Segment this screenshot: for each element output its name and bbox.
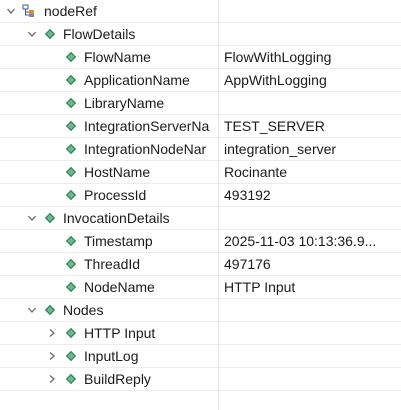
tree-row-label: ApplicationName xyxy=(84,72,190,88)
tree-row-integrationnodename[interactable]: IntegrationNodeNar integration_server xyxy=(0,138,401,161)
tree-row-applicationname[interactable]: ApplicationName AppWithLogging xyxy=(0,69,401,92)
expanded-chevron-icon[interactable] xyxy=(26,211,38,225)
tree-row-label: FlowName xyxy=(84,49,151,65)
expanded-chevron-icon[interactable] xyxy=(5,4,17,18)
element-diamond-icon xyxy=(64,372,78,386)
element-diamond-icon xyxy=(64,234,78,248)
element-diamond-icon xyxy=(64,326,78,340)
element-diamond-icon xyxy=(64,50,78,64)
tree-row-label: Nodes xyxy=(63,302,104,318)
expanded-chevron-icon[interactable] xyxy=(26,303,38,317)
collapsed-chevron-icon[interactable] xyxy=(46,326,58,340)
tree-row-nodename[interactable]: NodeName HTTP Input xyxy=(0,276,401,299)
tree-row-hostname[interactable]: HostName Rocinante xyxy=(0,161,401,184)
element-diamond-icon xyxy=(43,27,57,41)
tree-row-value: AppWithLogging xyxy=(224,72,327,88)
element-diamond-icon xyxy=(64,73,78,87)
tree-row-value: TEST_SERVER xyxy=(224,118,325,134)
tree-row-value: Rocinante xyxy=(224,164,288,180)
element-diamond-icon xyxy=(64,119,78,133)
tree-row-value: 493192 xyxy=(224,187,271,203)
tree-row-integrationservername[interactable]: IntegrationServerNa TEST_SERVER xyxy=(0,115,401,138)
collapsed-chevron-icon[interactable] xyxy=(46,372,58,386)
tree-row-invocationdetails[interactable]: InvocationDetails xyxy=(0,207,401,230)
tree-row-timestamp[interactable]: Timestamp 2025-11-03 10:13:36.9... xyxy=(0,230,401,253)
tree-row-label: ProcessId xyxy=(84,187,147,203)
tree-row-label: HTTP Input xyxy=(84,325,156,341)
expanded-chevron-icon[interactable] xyxy=(26,27,38,41)
tree-row-threadid[interactable]: ThreadId 497176 xyxy=(0,253,401,276)
tree-row-value: 497176 xyxy=(224,256,271,272)
tree-row-label: Timestamp xyxy=(84,233,153,249)
element-diamond-icon xyxy=(64,96,78,110)
element-diamond-icon xyxy=(43,303,57,317)
tree-row-label: IntegrationServerNa xyxy=(84,118,210,134)
element-diamond-icon xyxy=(64,188,78,202)
tree-row-label: FlowDetails xyxy=(63,26,136,42)
tree-row-value: 2025-11-03 10:13:36.9... xyxy=(224,233,377,249)
tree-row-processid[interactable]: ProcessId 493192 xyxy=(0,184,401,207)
tree-structure-icon xyxy=(22,4,36,18)
tree-row-value: integration_server xyxy=(224,141,337,157)
element-diamond-icon xyxy=(64,165,78,179)
tree-row-label: HostName xyxy=(84,164,151,180)
tree-row-label: BuildReply xyxy=(84,371,151,387)
tree-row-value: HTTP Input xyxy=(224,279,296,295)
element-diamond-icon xyxy=(64,142,78,156)
collapsed-chevron-icon[interactable] xyxy=(46,349,58,363)
tree-row-label: ThreadId xyxy=(84,256,141,272)
tree-row-noderef[interactable]: nodeRef xyxy=(0,0,401,23)
element-diamond-icon xyxy=(64,349,78,363)
element-diamond-icon xyxy=(43,211,57,225)
tree-row-label: LibraryName xyxy=(84,95,165,111)
tree-row-http-input[interactable]: HTTP Input xyxy=(0,322,401,345)
element-diamond-icon xyxy=(64,257,78,271)
tree-row-flowdetails[interactable]: FlowDetails xyxy=(0,23,401,46)
tree-row-inputlog[interactable]: InputLog xyxy=(0,345,401,368)
properties-tree: nodeRef FlowDetails FlowName FlowWithLog… xyxy=(0,0,401,410)
tree-row-buildreply[interactable]: BuildReply xyxy=(0,368,401,391)
tree-row-libraryname[interactable]: LibraryName xyxy=(0,92,401,115)
tree-row-label: NodeName xyxy=(84,279,155,295)
tree-row-label: InvocationDetails xyxy=(63,210,170,226)
tree-row-label: IntegrationNodeNar xyxy=(84,141,207,157)
tree-row-label: nodeRef xyxy=(44,3,97,19)
tree-row-flowname[interactable]: FlowName FlowWithLogging xyxy=(0,46,401,69)
tree-row-value: FlowWithLogging xyxy=(224,49,332,65)
tree-row-label: InputLog xyxy=(84,348,139,364)
element-diamond-icon xyxy=(64,280,78,294)
tree-row-nodes[interactable]: Nodes xyxy=(0,299,401,322)
